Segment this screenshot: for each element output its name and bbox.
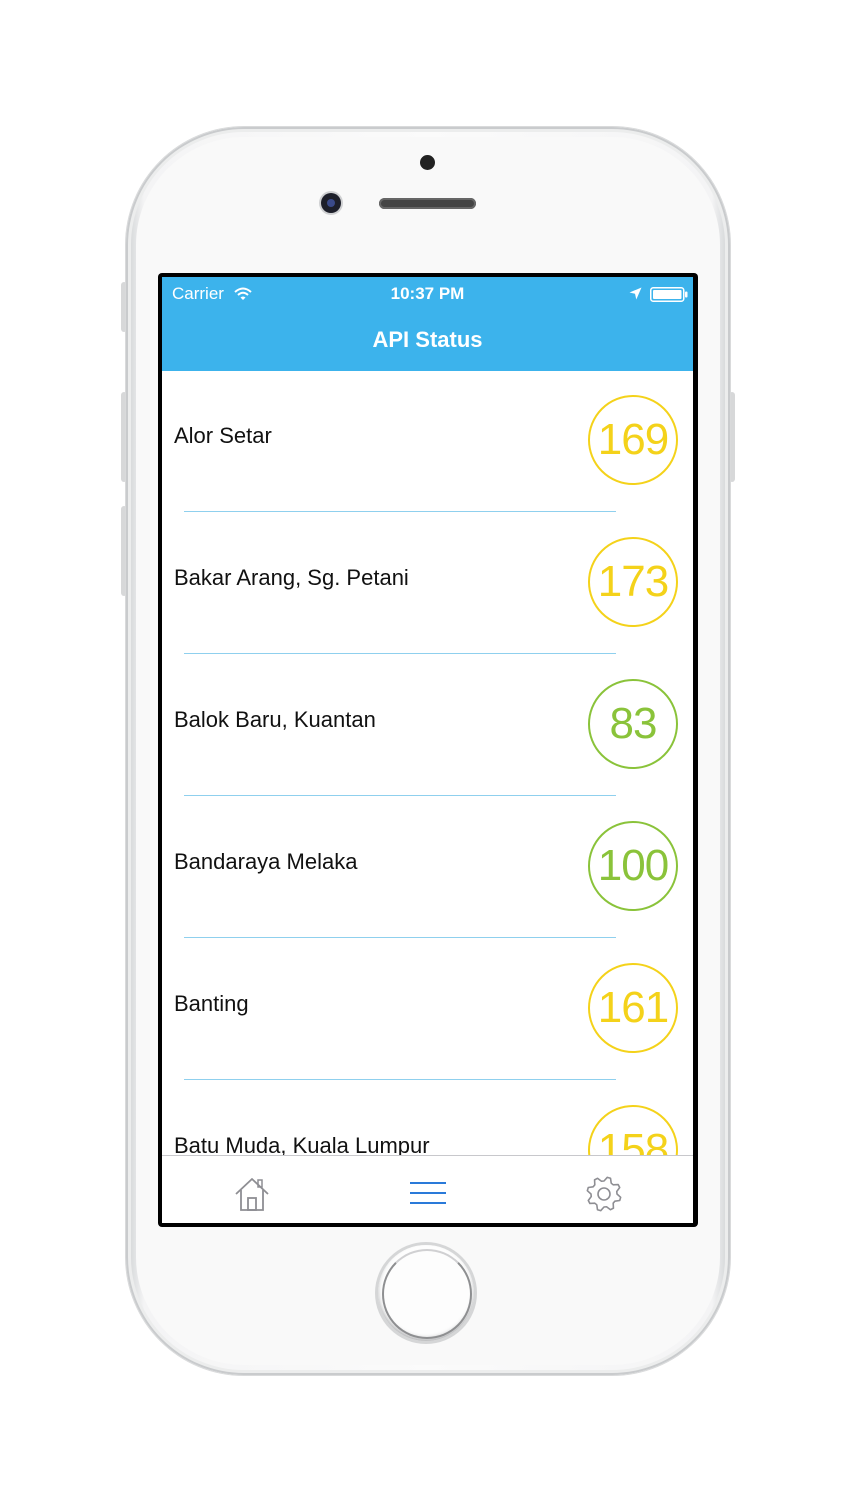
api-badge: 83 [588,679,678,769]
row-divider [184,653,616,654]
row-divider [184,795,616,796]
station-name: Batu Muda, Kuala Lumpur [174,1133,430,1155]
api-value: 158 [597,1125,669,1155]
front-camera-icon [321,193,341,213]
list-item[interactable]: Banting 161 [162,939,693,1081]
home-icon [235,1178,269,1211]
api-value: 161 [597,983,669,1032]
location-arrow-icon [629,287,642,300]
api-value: 169 [597,415,669,464]
tab-bar [162,1155,693,1223]
status-bar: Carrier 10:37 PM [162,277,693,309]
list-icon [410,1182,446,1204]
api-value: 83 [609,699,658,748]
app-display: Carrier 10:37 PM API Status Alor Setar 1… [162,277,693,1223]
station-list[interactable]: Alor Setar 169 Bakar Arang, Sg. Petani 173 B… [162,371,693,1155]
station-name: Banting [174,991,249,1016]
row-divider [184,937,616,938]
row-divider [184,511,616,512]
home-button[interactable] [378,1245,474,1341]
list-item[interactable]: Bakar Arang, Sg. Petani 173 [162,513,693,655]
api-badge: 169 [588,395,678,485]
station-name: Bandaraya Melaka [174,849,358,874]
page-title: API Status [372,327,483,352]
battery-icon [650,287,688,302]
proximity-sensor [420,155,435,170]
api-value: 173 [597,557,669,606]
tab-home[interactable] [232,1174,272,1214]
api-badge: 161 [588,963,678,1053]
list-item[interactable]: Alor Setar 169 [162,371,693,513]
status-time: 10:37 PM [390,284,465,303]
station-name: Alor Setar [174,423,272,448]
gear-icon [586,1176,622,1212]
station-name: Balok Baru, Kuantan [174,707,376,732]
list-item[interactable]: Batu Muda, Kuala Lumpur 158 [162,1081,693,1155]
tab-list[interactable] [408,1174,448,1214]
tab-settings[interactable] [584,1174,624,1214]
earpiece-speaker [379,198,476,209]
station-name: Bakar Arang, Sg. Petani [174,565,409,590]
api-badge: 158 [588,1105,678,1155]
api-value: 100 [597,841,669,890]
list-item[interactable]: Balok Baru, Kuantan 83 [162,655,693,797]
list-item[interactable]: Bandaraya Melaka 100 [162,797,693,939]
api-badge: 100 [588,821,678,911]
phone-screen: Carrier 10:37 PM API Status Alor Setar 1… [158,273,698,1227]
app-header: Carrier 10:37 PM API Status [162,277,693,371]
row-divider [184,1079,616,1080]
api-badge: 173 [588,537,678,627]
